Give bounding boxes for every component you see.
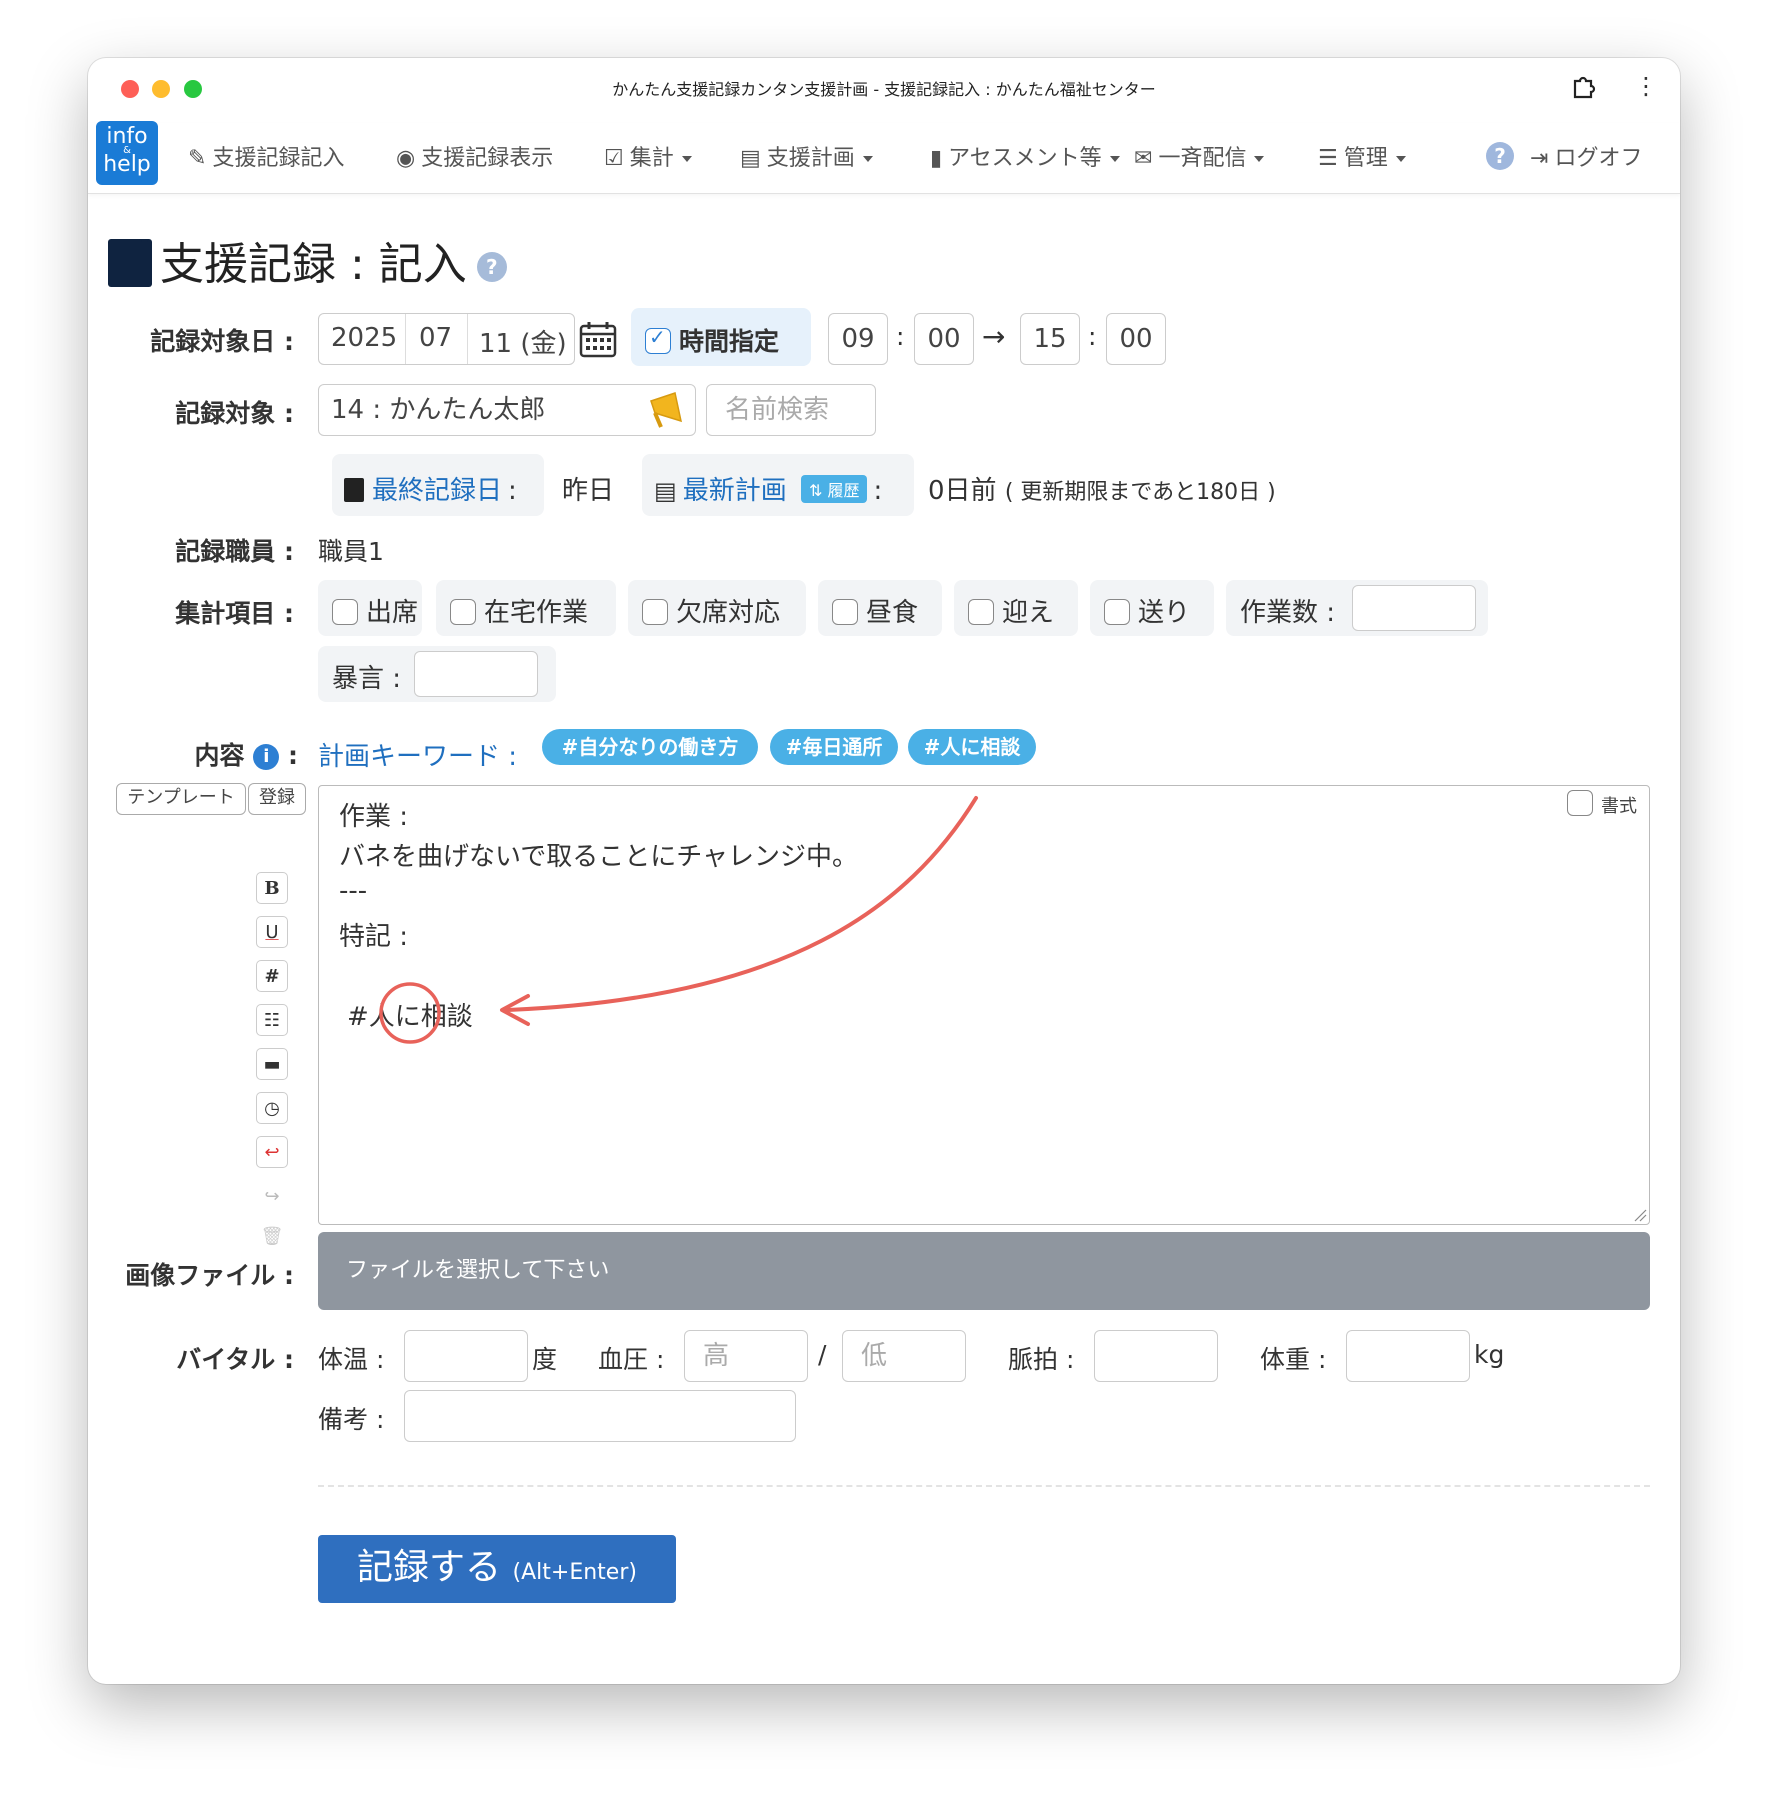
temp-label: 体温 : [318,1345,385,1374]
bp-separator: / [818,1340,827,1369]
pulse-label: 脈拍 : [1008,1345,1075,1374]
bp-high-input[interactable]: 高 [684,1330,808,1382]
submit-button[interactable]: 記録する (Alt+Enter) [318,1535,676,1603]
weight-input[interactable] [1346,1330,1470,1382]
submit-shortcut: (Alt+Enter) [512,1560,637,1585]
temp-unit: 度 [532,1345,558,1374]
weight-label: 体重 : [1260,1345,1327,1374]
bp-low-input[interactable]: 低 [842,1330,966,1382]
bp-label: 血圧 : [598,1345,665,1374]
image-file-label: 画像ファイル : [125,1261,294,1290]
weight-unit: kg [1474,1340,1505,1369]
file-select-bar[interactable]: ファイルを選択して下さい [318,1232,1650,1310]
note-label: 備考 : [318,1405,385,1434]
pulse-input[interactable] [1094,1330,1218,1382]
annotation-arrow [379,796,978,1044]
temp-input[interactable] [404,1330,528,1382]
submit-label: 記録する [357,1547,502,1588]
vitals-label: バイタル : [176,1345,294,1374]
note-input[interactable] [404,1390,796,1442]
divider [318,1485,1650,1487]
browser-window: かんたん支援記録カンタン支援計画 - 支援記録記入 : かんたん福祉センター ⋮… [88,58,1680,1684]
